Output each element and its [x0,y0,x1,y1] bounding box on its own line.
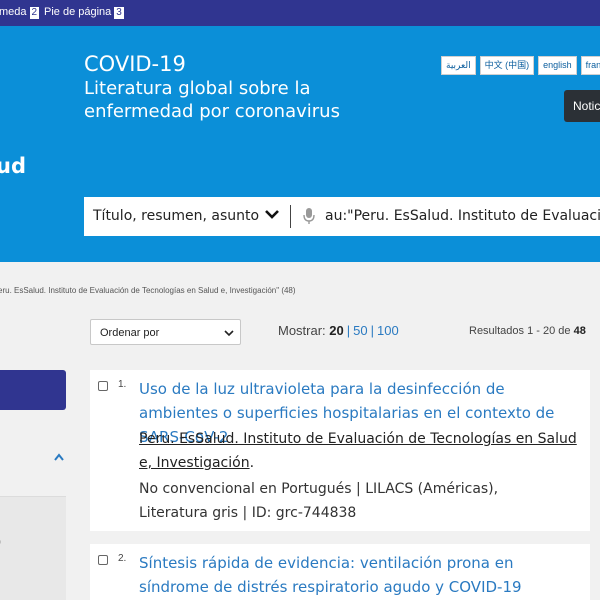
result-author: Peru. EsSalud. Instituto de Evaluación d… [139,427,579,475]
results-count: Resultados 1 - 20 de 48 [469,325,586,337]
site-header: COVID-19 Literatura global sobre la enfe… [0,26,600,262]
search-bar: Título, resumen, asunto au:"Peru. EsSalu… [84,197,600,236]
language-selector: العربية 中文 (中国) english franç [441,56,600,75]
skip-link-search[interactable]: meda 2 [0,6,40,19]
lang-english[interactable]: english [538,56,577,75]
search-breadcrumb: eru. EsSalud. Instituto de Evaluación de… [0,286,296,295]
lang-french[interactable]: franç [580,56,600,75]
result-item: 1. Uso de la luz ultravioleta para la de… [90,370,590,531]
filter-panel: ) [0,430,66,600]
sort-select[interactable]: Ordenar por [90,319,241,345]
search-input[interactable]: au:"Peru. EsSalud. Instituto de Evaluaci… [325,208,600,224]
result-checkbox[interactable] [98,381,108,391]
search-field-select[interactable]: Título, resumen, asunto [93,208,259,224]
result-author-link[interactable]: Peru. EsSalud. Instituto de Evaluación d… [139,431,577,471]
page-size-20[interactable]: 20 [329,323,343,338]
page-size-50[interactable]: 50 [353,323,367,338]
result-title-link[interactable]: Síntesis rápida de evidencia: ventilació… [139,551,569,599]
chevron-up-icon[interactable] [54,453,64,461]
result-index: 1. [118,379,127,390]
result-author-suffix: . [249,455,255,471]
skip-link-footer[interactable]: Pie de página 3 [44,6,124,19]
skip-link-label: meda [0,6,27,18]
results-count-prefix: Resultados 1 - 20 de [469,325,574,337]
sort-select-label: Ordenar por [100,327,160,339]
filter-count-fragment: ) [0,534,1,548]
notices-button[interactable]: Notic [564,90,600,122]
page-size-selector: Mostrar: 20 | 50 | 100 [278,323,399,338]
chevron-down-icon[interactable] [264,206,280,222]
filter-options-box [0,497,66,600]
lang-arabic[interactable]: العربية [441,56,476,75]
filter-button[interactable] [0,370,66,410]
result-index: 2. [118,553,127,564]
lang-chinese[interactable]: 中文 (中国) [479,56,535,75]
divider [290,205,291,228]
site-subtitle: Literatura global sobre la enfermedad po… [84,78,340,122]
page-size-label: Mostrar: [278,323,326,338]
page-size-100[interactable]: 100 [377,323,399,338]
chevron-down-icon [224,330,234,337]
skip-link-key: 2 [29,7,40,19]
results-count-total: 48 [573,325,586,337]
microphone-icon[interactable] [302,207,316,225]
brand-logo-text[interactable]: ud [0,154,26,178]
result-meta: No convencional en Portugués | LILACS (A… [139,481,499,521]
skip-link-label: Pie de página [44,6,112,18]
result-item: 2. Síntesis rápida de evidencia: ventila… [90,544,590,600]
skip-links-bar: meda 2 Pie de página 3 [0,0,600,26]
result-checkbox[interactable] [98,555,108,565]
site-title: COVID-19 [84,52,186,76]
results-controls: Ordenar por Mostrar: 20 | 50 | 100 Resultado… [0,318,600,346]
skip-link-key: 3 [114,7,124,19]
